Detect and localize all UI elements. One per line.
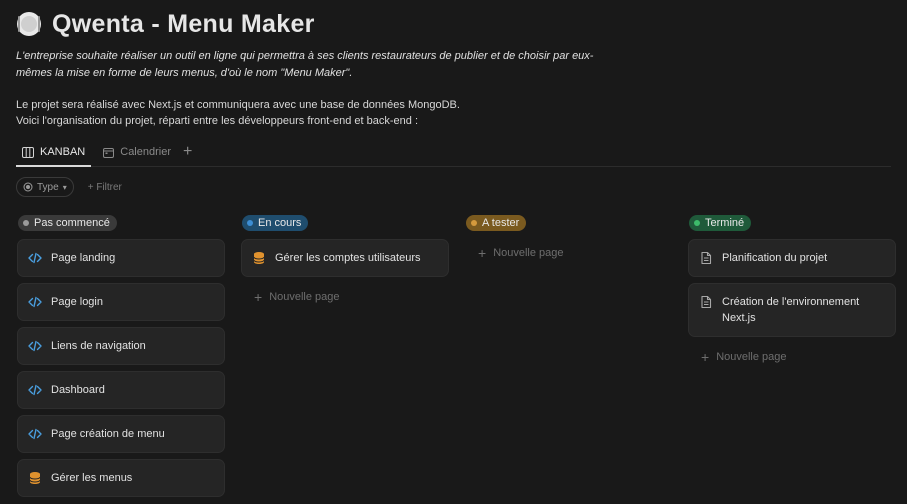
status-badge: Terminé bbox=[689, 215, 752, 231]
chevron-down-icon: ▾ bbox=[62, 182, 67, 192]
new-page-button[interactable]: + Nouvelle page bbox=[242, 284, 448, 310]
status-badge: En cours bbox=[242, 215, 309, 231]
kanban-card[interactable]: Liens de navigation bbox=[18, 328, 224, 364]
column-en-cours: En cours Gérer les comptes utilisateurs … bbox=[242, 214, 448, 310]
plus-icon: + bbox=[701, 349, 710, 365]
add-view-button[interactable]: + bbox=[183, 143, 192, 161]
card-title: Page login bbox=[51, 296, 103, 308]
plus-icon: + bbox=[254, 289, 263, 305]
kanban-card[interactable]: Gérer les comptes utilisateurs bbox=[242, 240, 448, 276]
column-pas-commence: Pas commencé Page landing Page login Lie… bbox=[18, 214, 224, 504]
new-page-button[interactable]: + Nouvelle page bbox=[466, 240, 576, 266]
kanban-card[interactable]: Page landing bbox=[18, 240, 224, 276]
board-icon bbox=[22, 146, 34, 158]
card-title: Gérer les comptes utilisateurs bbox=[275, 252, 421, 264]
status-label: A tester bbox=[482, 217, 520, 229]
paragraph-stack: Le projet sera réalisé avec Next.js et c… bbox=[16, 99, 460, 111]
status-label: Terminé bbox=[705, 217, 745, 229]
paragraph-organisation: Voici l'organisation du projet, réparti … bbox=[16, 115, 419, 127]
status-label: En cours bbox=[258, 217, 302, 229]
database-icon bbox=[29, 472, 41, 484]
code-icon bbox=[28, 296, 42, 308]
view-tabs: KANBAN Calendrier + bbox=[16, 138, 891, 167]
page-description: L'entreprise souhaite réaliser un outil … bbox=[16, 50, 594, 79]
code-icon bbox=[28, 384, 42, 396]
type-filter-button[interactable]: Type ▾ bbox=[16, 177, 74, 197]
status-badge: Pas commencé bbox=[18, 215, 117, 231]
card-title: Gérer les menus bbox=[51, 472, 133, 484]
column-termine: Terminé Planification du projet Création… bbox=[689, 214, 895, 370]
card-title: Page création de menu bbox=[51, 428, 165, 440]
status-badge: A tester bbox=[466, 215, 527, 231]
card-title: Création de l'environnement Next.js bbox=[722, 296, 860, 324]
code-icon bbox=[28, 428, 42, 440]
type-filter-label: Type bbox=[37, 181, 59, 193]
new-page-label: Nouvelle page bbox=[269, 291, 340, 303]
status-circle-icon bbox=[23, 182, 33, 192]
kanban-card[interactable]: Page création de menu bbox=[18, 416, 224, 452]
plate-icon bbox=[17, 12, 41, 36]
code-icon bbox=[28, 340, 42, 352]
filter-bar: Type ▾ + Filtrer bbox=[16, 177, 122, 197]
new-page-label: Nouvelle page bbox=[493, 247, 564, 259]
add-filter-button[interactable]: + Filtrer bbox=[88, 182, 122, 193]
kanban-card[interactable]: Planification du projet bbox=[689, 240, 895, 276]
new-page-button[interactable]: + Nouvelle page bbox=[689, 344, 895, 370]
calendar-icon bbox=[103, 147, 115, 158]
tab-label: KANBAN bbox=[40, 146, 86, 158]
card-title: Planification du projet bbox=[722, 252, 828, 264]
database-icon bbox=[253, 252, 265, 264]
document-icon bbox=[701, 295, 712, 309]
status-dot bbox=[471, 220, 477, 226]
card-title: Liens de navigation bbox=[51, 340, 146, 352]
document-icon bbox=[701, 251, 712, 265]
status-dot bbox=[23, 220, 29, 226]
code-icon bbox=[28, 252, 42, 264]
tab-calendrier[interactable]: Calendrier bbox=[97, 138, 177, 166]
column-a-tester: A tester + Nouvelle page bbox=[466, 214, 576, 266]
page-header: Qwenta - Menu Maker L'entreprise souhait… bbox=[16, 8, 891, 129]
status-dot bbox=[247, 220, 253, 226]
tab-label: Calendrier bbox=[120, 146, 171, 158]
kanban-card[interactable]: Gérer les menus bbox=[18, 460, 224, 496]
status-dot bbox=[694, 220, 700, 226]
tab-kanban[interactable]: KANBAN bbox=[16, 138, 92, 167]
add-filter-label: Filtrer bbox=[96, 181, 122, 193]
card-title: Page landing bbox=[51, 252, 116, 264]
kanban-card[interactable]: Page login bbox=[18, 284, 224, 320]
card-title: Dashboard bbox=[51, 384, 105, 396]
page-title: Qwenta - Menu Maker bbox=[52, 9, 315, 38]
plus-icon: + bbox=[478, 245, 487, 261]
new-page-label: Nouvelle page bbox=[716, 351, 787, 363]
status-label: Pas commencé bbox=[34, 217, 110, 229]
kanban-card[interactable]: Dashboard bbox=[18, 372, 224, 408]
kanban-card[interactable]: Création de l'environnement Next.js bbox=[689, 284, 895, 336]
